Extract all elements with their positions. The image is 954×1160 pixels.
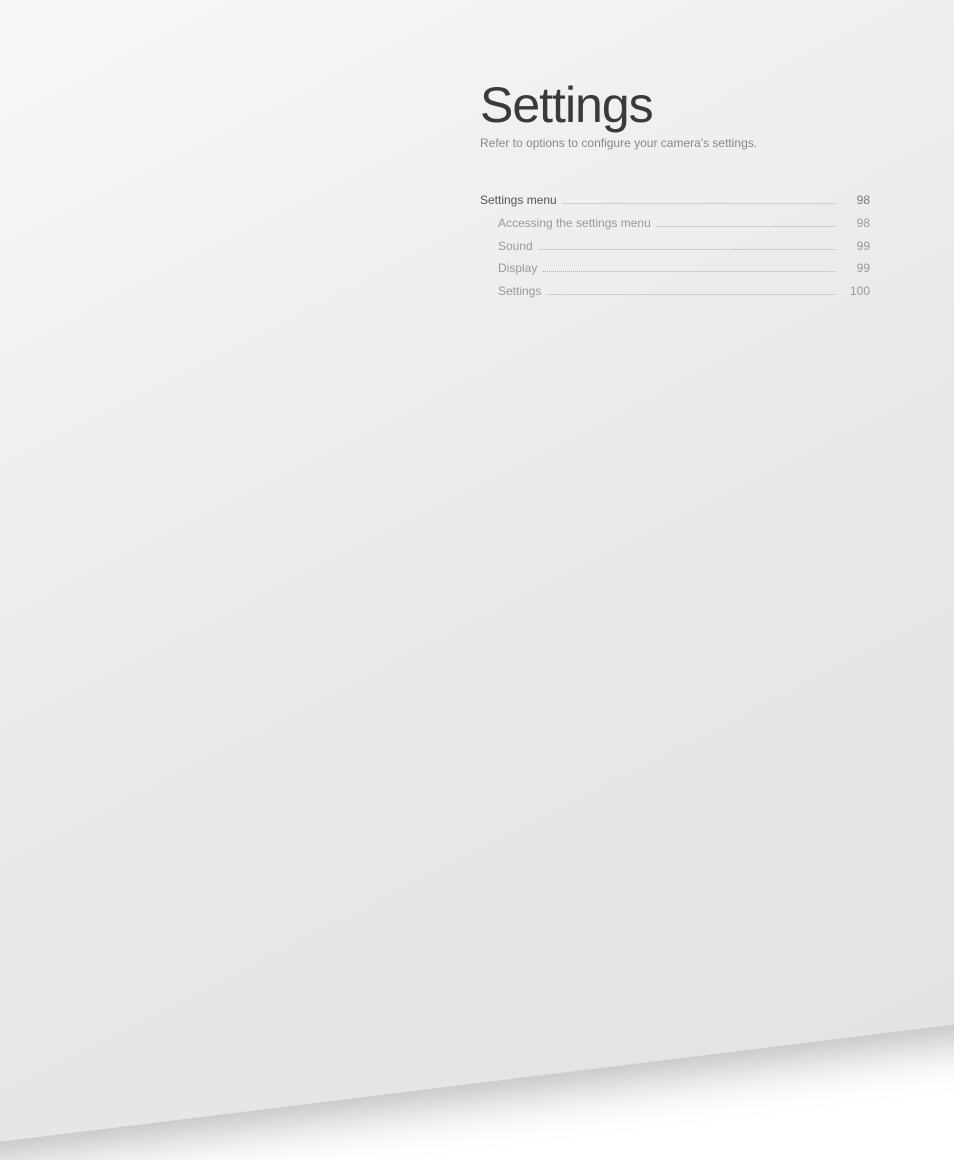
toc-entry-sub[interactable]: Accessing the settings menu 98 xyxy=(480,215,870,232)
page-title: Settings xyxy=(480,80,920,130)
dot-leader xyxy=(657,219,836,227)
toc-label: Sound xyxy=(498,238,533,255)
toc-label: Settings xyxy=(498,283,541,300)
dot-leader xyxy=(539,241,836,249)
page-content: Settings Refer to options to configure y… xyxy=(480,80,920,306)
toc-entry-sub[interactable]: Settings 100 xyxy=(480,283,870,300)
page-subtitle: Refer to options to configure your camer… xyxy=(480,136,920,150)
toc-label: Settings menu xyxy=(480,192,557,209)
toc-page-number: 100 xyxy=(842,283,870,300)
toc-entry-sub[interactable]: Sound 99 xyxy=(480,238,870,255)
toc-entry-main[interactable]: Settings menu 98 xyxy=(480,192,870,209)
toc-label: Display xyxy=(498,260,537,277)
table-of-contents: Settings menu 98 Accessing the settings … xyxy=(480,192,870,300)
dot-leader xyxy=(563,196,836,204)
toc-page-number: 98 xyxy=(842,192,870,209)
toc-entry-sub[interactable]: Display 99 xyxy=(480,260,870,277)
toc-page-number: 98 xyxy=(842,215,870,232)
dot-leader xyxy=(547,287,836,295)
toc-label: Accessing the settings menu xyxy=(498,215,651,232)
toc-page-number: 99 xyxy=(842,238,870,255)
toc-page-number: 99 xyxy=(842,260,870,277)
dot-leader xyxy=(543,264,836,272)
